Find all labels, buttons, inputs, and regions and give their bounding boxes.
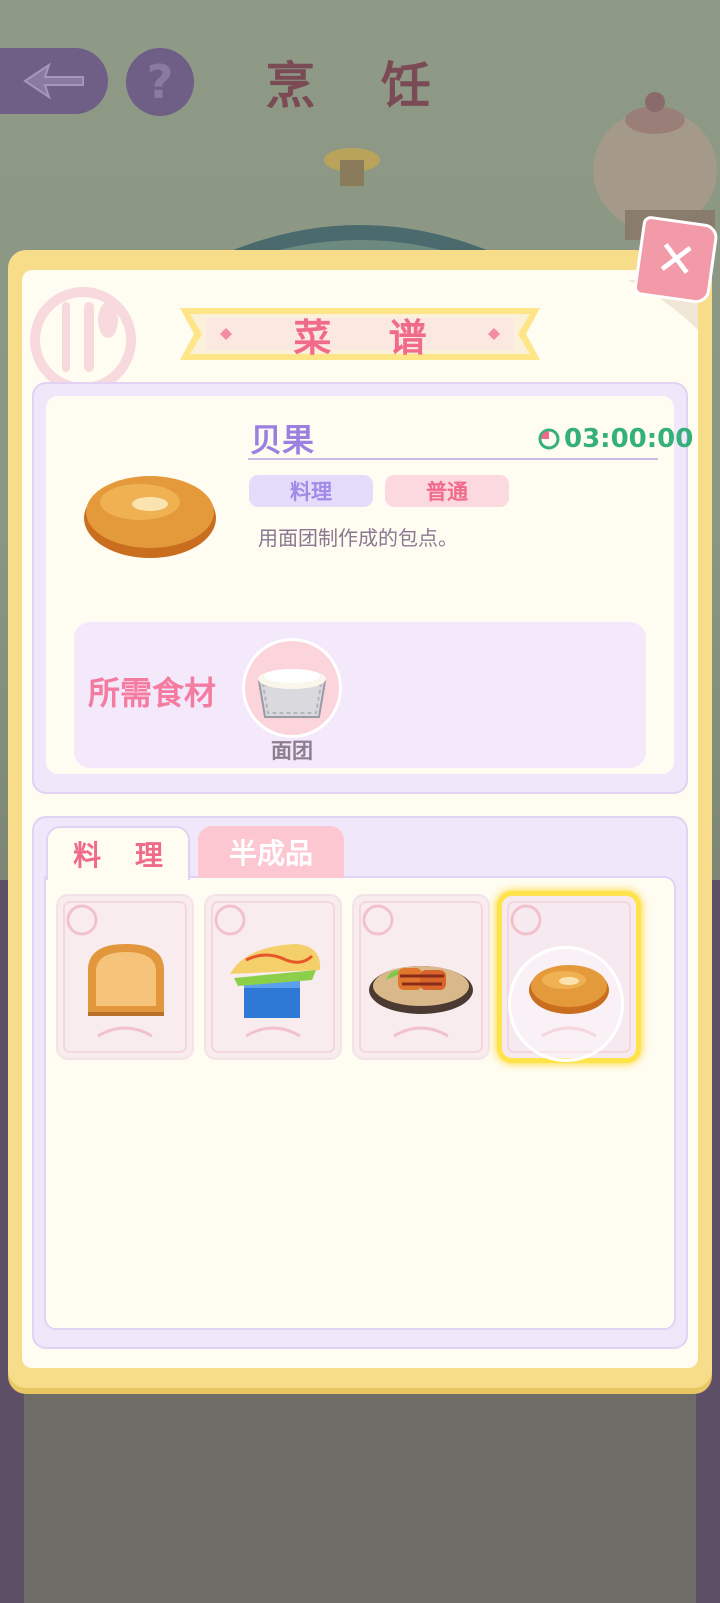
timer-value: 03:00:00 <box>564 424 694 454</box>
clock-icon <box>538 428 560 450</box>
recipe-card-sandwich[interactable] <box>206 896 340 1058</box>
dough-tray-icon <box>257 669 327 718</box>
ingredients-label: 所需食材 <box>88 674 217 712</box>
fork-spoon-emblem-icon <box>30 287 136 390</box>
ingredient-slot[interactable] <box>242 638 342 738</box>
recipe-card-bagel[interactable] <box>502 896 636 1062</box>
name-underline <box>248 458 658 460</box>
cook-timer: 03:00:00 <box>538 424 693 454</box>
glazed-chicken-plate-icon <box>369 966 473 1014</box>
sandwich-icon <box>230 944 321 1018</box>
tab-cooking[interactable]: 料 理 <box>46 826 190 880</box>
panel-title: 菜 谱 <box>293 315 449 360</box>
close-button[interactable]: ✕ <box>632 215 720 305</box>
recipe-card-glazed-chicken[interactable] <box>354 896 488 1058</box>
recipe-description: 用面团制作成的包点。 <box>258 526 458 550</box>
bagel-icon <box>84 476 216 558</box>
ingredient-name: 面团 <box>271 739 313 763</box>
recipe-name: 贝果 <box>250 421 315 459</box>
tab-semi-finished[interactable]: 半成品 <box>198 826 344 878</box>
teapot-decoration-icon <box>593 92 717 240</box>
rarity-tag: 普通 <box>385 475 509 507</box>
type-tag: 料理 <box>249 475 373 507</box>
close-icon: ✕ <box>652 229 700 291</box>
recipe-card-bread[interactable] <box>58 896 192 1058</box>
bread-loaf-icon <box>88 944 164 1016</box>
bagel-icon <box>529 965 609 1014</box>
